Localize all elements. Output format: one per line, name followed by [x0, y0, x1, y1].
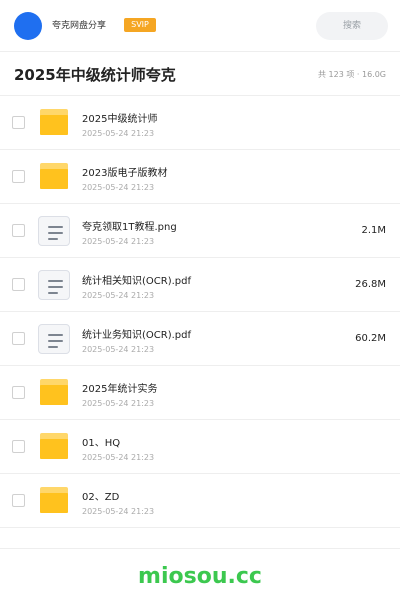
row-checkbox[interactable]: [12, 170, 25, 183]
row-checkbox[interactable]: [12, 386, 25, 399]
folder-icon: [40, 379, 68, 405]
avatar[interactable]: [14, 12, 42, 40]
row-checkbox[interactable]: [12, 278, 25, 291]
footer: miosou.cc: [0, 548, 400, 600]
file-row[interactable]: 2025中级统计师 2025-05-24 21:23: [0, 96, 400, 150]
file-row[interactable]: 02、ZD 2025-05-24 21:23: [0, 474, 400, 528]
file-row[interactable]: 统计业务知识(OCR).pdf 2025-05-24 21:23 60.2M: [0, 312, 400, 366]
file-size: 2.1M: [361, 225, 386, 236]
folder-icon: [40, 109, 68, 135]
file-date: 2025-05-24 21:23: [82, 399, 155, 408]
file-name: 统计业务知识(OCR).pdf: [82, 330, 191, 341]
file-date: 2025-05-24 21:23: [82, 237, 155, 246]
file-date: 2025-05-24 21:23: [82, 129, 155, 138]
file-row[interactable]: 2023版电子版教材 2025-05-24 21:23: [0, 150, 400, 204]
folder-icon: [40, 433, 68, 459]
file-name: 夸克领取1T教程.png: [82, 222, 177, 233]
file-name: 2023版电子版教材: [82, 168, 168, 179]
file-date: 2025-05-24 21:23: [82, 507, 155, 516]
file-name: 2025中级统计师: [82, 114, 158, 125]
file-name: 02、ZD: [82, 492, 120, 503]
row-checkbox[interactable]: [12, 494, 25, 507]
file-list: 2025中级统计师 2025-05-24 21:23 2023版电子版教材 20…: [0, 96, 400, 528]
file-date: 2025-05-24 21:23: [82, 183, 155, 192]
file-row[interactable]: 01、HQ 2025-05-24 21:23: [0, 420, 400, 474]
file-date: 2025-05-24 21:23: [82, 291, 155, 300]
svip-badge: SVIP: [124, 18, 156, 32]
row-checkbox[interactable]: [12, 332, 25, 345]
file-name: 2025年统计实务: [82, 384, 158, 395]
folder-icon: [40, 163, 68, 189]
file-icon: [38, 270, 70, 300]
file-size: 26.8M: [355, 279, 386, 290]
file-row[interactable]: 夸克领取1T教程.png 2025-05-24 21:23 2.1M: [0, 204, 400, 258]
file-row[interactable]: 统计相关知识(OCR).pdf 2025-05-24 21:23 26.8M: [0, 258, 400, 312]
folder-summary: 共 123 项 · 16.0G: [318, 70, 386, 79]
share-name: 夸克网盘分享: [52, 21, 107, 31]
file-row[interactable]: 2025年统计实务 2025-05-24 21:23: [0, 366, 400, 420]
row-checkbox[interactable]: [12, 224, 25, 237]
share-header: 夸克网盘分享 SVIP 搜索: [0, 0, 400, 52]
search-button[interactable]: 搜索: [316, 12, 388, 40]
file-icon: [38, 216, 70, 246]
folder-title-bar: 2025年中级统计师夸克 共 123 项 · 16.0G: [0, 52, 400, 96]
row-checkbox[interactable]: [12, 116, 25, 129]
folder-icon: [40, 487, 68, 513]
row-checkbox[interactable]: [12, 440, 25, 453]
file-name: 01、HQ: [82, 438, 121, 449]
page-title: 2025年中级统计师夸克: [14, 66, 176, 84]
file-icon: [38, 324, 70, 354]
file-date: 2025-05-24 21:23: [82, 453, 155, 462]
file-date: 2025-05-24 21:23: [82, 345, 155, 354]
file-size: 60.2M: [355, 333, 386, 344]
file-name: 统计相关知识(OCR).pdf: [82, 276, 191, 287]
site-watermark: miosou.cc: [138, 564, 262, 589]
